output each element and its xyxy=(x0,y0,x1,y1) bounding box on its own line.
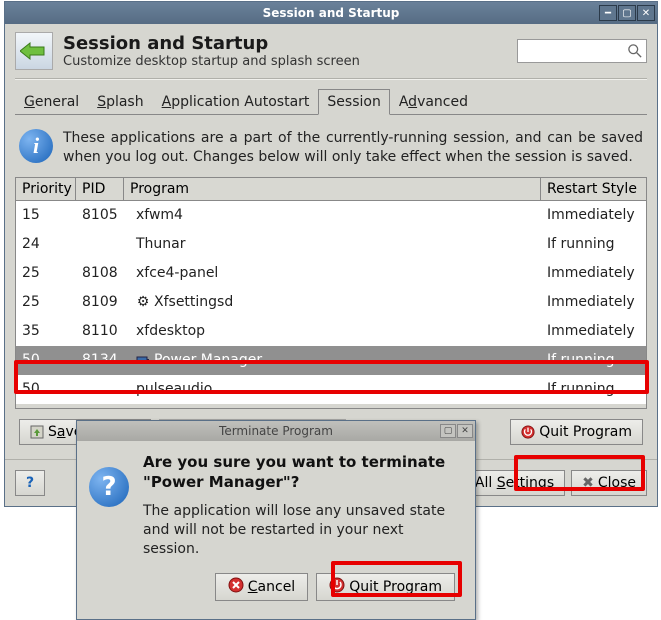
cell-pid: 8105 xyxy=(76,207,124,223)
cell-pid: 8109 xyxy=(76,294,124,310)
gear-icon: ⚙ xyxy=(136,295,150,309)
cell-restart: Immediately xyxy=(541,323,646,339)
search-input[interactable] xyxy=(517,39,647,63)
minimize-button[interactable]: ━ xyxy=(599,5,617,21)
col-restart[interactable]: Restart Style xyxy=(541,178,646,200)
cell-priority: 15 xyxy=(16,207,76,223)
cell-priority: 50 xyxy=(16,352,76,368)
table-row[interactable]: 24 ThunarIf running xyxy=(16,230,646,259)
close-button[interactable]: ✖ Close xyxy=(571,470,647,496)
question-icon: ? xyxy=(89,467,129,507)
cell-priority: 25 xyxy=(16,294,76,310)
cell-program: xfdesktop xyxy=(124,323,541,339)
cancel-label: Cancel xyxy=(248,579,295,595)
quit-program-button[interactable]: Quit Program xyxy=(510,419,643,445)
col-priority[interactable]: Priority xyxy=(16,178,76,200)
cell-restart: Immediately xyxy=(541,207,646,223)
col-pid[interactable]: PID xyxy=(76,178,124,200)
dialog-quit-button[interactable]: Quit Program xyxy=(316,573,455,601)
terminate-dialog: Terminate Program ▢ ✕ ? Are you sure you… xyxy=(76,420,476,620)
cancel-icon xyxy=(228,577,244,597)
save-icon xyxy=(30,425,44,439)
all-settings-label: All Settings xyxy=(475,475,554,491)
col-program[interactable]: Program xyxy=(124,178,541,200)
table-row[interactable]: 508134Power ManagerIf running xyxy=(16,346,646,375)
help-icon: ? xyxy=(26,475,34,491)
dialog-quit-label: Quit Program xyxy=(349,579,442,595)
info-text: These applications are a part of the cur… xyxy=(63,129,643,167)
power-icon xyxy=(521,425,535,439)
cell-pid: 8110 xyxy=(76,323,124,339)
cell-priority: 25 xyxy=(16,265,76,281)
cell-program: pulseaudio xyxy=(124,381,541,397)
cell-restart: Immediately xyxy=(541,265,646,281)
cell-program: xfce4-panel xyxy=(124,265,541,281)
dialog-power-icon xyxy=(329,577,345,597)
cell-program: xfwm4 xyxy=(124,207,541,223)
close-label: Close xyxy=(598,475,636,491)
cell-priority: 24 xyxy=(16,236,76,252)
search-icon xyxy=(628,44,642,58)
tab-session[interactable]: Session xyxy=(318,89,389,115)
dialog-maximize-button[interactable]: ▢ xyxy=(440,424,456,438)
info-icon: i xyxy=(19,129,53,163)
cell-restart: Immediately xyxy=(541,294,646,310)
dialog-title: Terminate Program xyxy=(219,424,333,438)
tab-general[interactable]: General xyxy=(15,89,88,115)
cell-priority: 50 xyxy=(16,381,76,397)
page-title: Session and Startup xyxy=(63,33,360,54)
table-row[interactable]: 258109⚙XfsettingsdImmediately xyxy=(16,288,646,317)
dialog-heading: Are you sure you want to terminate "Powe… xyxy=(143,453,463,492)
close-icon: ✖ xyxy=(582,475,594,491)
close-window-button[interactable]: ✕ xyxy=(637,5,655,21)
battery-icon xyxy=(136,353,150,367)
table-row[interactable]: 358110xfdesktopImmediately xyxy=(16,317,646,346)
session-table: Priority PID Program Restart Style 15810… xyxy=(15,177,647,409)
tab-autostart[interactable]: Application Autostart xyxy=(153,89,319,115)
cell-priority: 35 xyxy=(16,323,76,339)
page-subtitle: Customize desktop startup and splash scr… xyxy=(63,54,360,69)
cell-program: Thunar xyxy=(124,236,541,252)
tab-bar: General Splash Application Autostart Ses… xyxy=(15,88,647,115)
quit-program-label: Quit Program xyxy=(539,424,632,440)
cell-pid: 8134 xyxy=(76,352,124,368)
app-icon xyxy=(15,32,53,70)
window-title: Session and Startup xyxy=(263,6,400,20)
tab-advanced[interactable]: Advanced xyxy=(390,89,477,115)
cell-restart: If running xyxy=(541,236,646,252)
maximize-button[interactable]: ▢ xyxy=(618,5,636,21)
table-row[interactable]: 158105xfwm4Immediately xyxy=(16,201,646,230)
tab-splash[interactable]: Splash xyxy=(88,89,152,115)
cancel-button[interactable]: Cancel xyxy=(215,573,308,601)
titlebar[interactable]: Session and Startup ━ ▢ ✕ xyxy=(5,2,657,24)
dialog-close-button[interactable]: ✕ xyxy=(457,424,473,438)
dialog-titlebar[interactable]: Terminate Program ▢ ✕ xyxy=(77,421,475,441)
cell-restart: If running xyxy=(541,352,646,368)
cell-restart: If running xyxy=(541,381,646,397)
cell-program: ⚙Xfsettingsd xyxy=(124,294,541,310)
help-button[interactable]: ? xyxy=(15,470,45,496)
cell-program: Power Manager xyxy=(124,352,541,368)
table-row[interactable]: 258108xfce4-panelImmediately xyxy=(16,259,646,288)
cell-pid: 8108 xyxy=(76,265,124,281)
table-row[interactable]: 50 pulseaudioIf running xyxy=(16,375,646,404)
dialog-message: The application will lose any unsaved st… xyxy=(143,502,463,559)
